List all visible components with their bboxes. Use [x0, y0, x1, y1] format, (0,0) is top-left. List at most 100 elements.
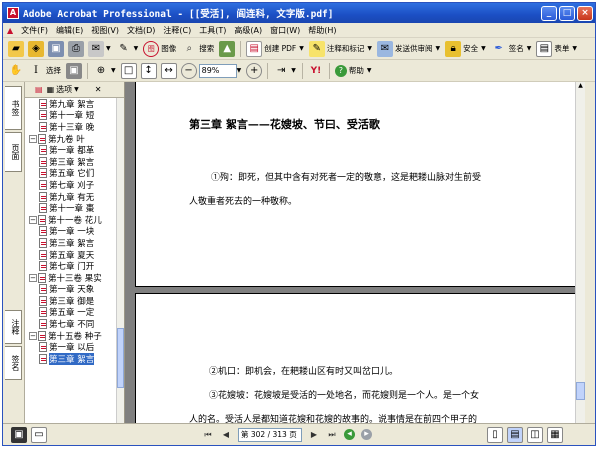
close-panel-icon[interactable]: ✕	[95, 85, 102, 94]
rotate-view-icon[interactable]: ⇥	[273, 63, 289, 79]
single-page-layout-icon[interactable]: ▯	[487, 426, 503, 443]
zoom-dropdown[interactable]: ▼	[111, 67, 116, 74]
tab-signatures[interactable]: 签名	[5, 346, 22, 380]
bookmark-item[interactable]: 第九章 絮言	[25, 98, 117, 110]
bookmark-item[interactable]: − 第十一卷 花儿	[25, 214, 117, 226]
scroll-up-arrow[interactable]: ▲	[576, 82, 585, 92]
print-icon[interactable]: ⎙	[68, 40, 84, 57]
review-label[interactable]: 发送供审阅	[395, 43, 433, 54]
search-label[interactable]: 搜索	[199, 43, 214, 54]
forms-dropdown[interactable]: ▼	[572, 45, 577, 52]
create-pdf-label[interactable]: 创建 PDF	[264, 43, 296, 54]
secure-label[interactable]: 安全	[463, 43, 478, 54]
hand-tool-icon[interactable]: ✋	[8, 63, 24, 79]
minimize-button[interactable]: _	[541, 5, 557, 21]
new-bookmark-icon[interactable]: ▤	[35, 85, 43, 94]
bookmark-item[interactable]: 第五章 它们	[25, 168, 117, 179]
bookmark-item[interactable]: − 第十五卷 种子	[25, 330, 117, 341]
maximize-button[interactable]: □	[559, 5, 575, 21]
menu-window[interactable]: 窗口(W)	[266, 25, 304, 36]
create-pdf-icon[interactable]: ▤	[246, 40, 263, 57]
review-dropdown[interactable]: ▼	[436, 45, 441, 52]
menu-advanced[interactable]: 高级(A)	[230, 25, 266, 36]
page-thumbnail-icon[interactable]: ▣	[11, 426, 27, 443]
collapse-toggle-icon[interactable]: −	[29, 273, 37, 282]
zoom-out-icon[interactable]: −	[180, 62, 197, 79]
previous-page-button[interactable]: ◀	[220, 429, 232, 441]
continuous-facing-layout-icon[interactable]: ▦	[547, 426, 563, 443]
bookmark-item[interactable]: 第五章 夏天	[25, 249, 117, 260]
help-icon[interactable]: ?	[334, 64, 347, 77]
comment-icon[interactable]: ✎	[308, 40, 325, 57]
bookmark-item[interactable]: 第三章 絮言	[25, 353, 117, 365]
comment-dropdown[interactable]: ▼	[367, 45, 372, 52]
bookmark-item[interactable]: 第十一章 棗	[25, 202, 117, 214]
attach-dropdown[interactable]: ▼	[134, 45, 139, 52]
create-pdf-dropdown[interactable]: ▼	[299, 45, 304, 52]
secure-dropdown[interactable]: ▼	[481, 45, 486, 52]
save-icon[interactable]: ▣	[48, 40, 64, 57]
yahoo-icon[interactable]: Y!	[308, 63, 324, 79]
bookmark-item[interactable]: 第七章 刈子	[25, 179, 117, 191]
go-back-icon[interactable]: ◂	[344, 429, 355, 440]
bookmark-item[interactable]: 第三章 絮言	[25, 237, 117, 249]
collapse-toggle-icon[interactable]: −	[29, 134, 37, 143]
bookmark-item[interactable]: − 第十三卷 果实	[25, 272, 117, 284]
document-scrollbar[interactable]: ▲	[575, 82, 585, 423]
page-layout-icon[interactable]: ▭	[31, 426, 47, 443]
review-icon[interactable]: ✉	[377, 40, 393, 57]
options-dropdown[interactable]: ▼	[74, 86, 79, 93]
web-capture-icon[interactable]: 图	[143, 40, 160, 57]
forms-label[interactable]: 表单	[554, 43, 569, 54]
menu-edit[interactable]: 编辑(E)	[52, 25, 87, 36]
bookmark-item[interactable]: 第一章 一块	[25, 226, 117, 237]
zoom-level-dropdown[interactable]: ▼	[237, 67, 242, 74]
bookmarks-scrollbar[interactable]	[116, 98, 124, 423]
open-folder-icon[interactable]: ▰	[8, 40, 24, 57]
bookmark-item[interactable]: 第九章 有无	[25, 191, 117, 202]
bookmark-item[interactable]: − 第九卷 叶	[25, 133, 117, 144]
bookmarks-scroll-thumb[interactable]	[117, 328, 124, 388]
bookmark-item[interactable]: 第十一章 短	[25, 110, 117, 121]
search-icon[interactable]: ⌕	[181, 41, 197, 57]
menu-file[interactable]: 文件(F)	[17, 25, 52, 36]
bookmark-item[interactable]: 第七章 门开	[25, 260, 117, 272]
rotate-dropdown[interactable]: ▼	[291, 67, 296, 74]
bookmark-item[interactable]: 第三章 絮言	[25, 156, 117, 168]
sign-label[interactable]: 签名	[509, 43, 524, 54]
tab-pages[interactable]: 页面	[5, 132, 22, 172]
bookmark-options-icon[interactable]: ▦	[47, 85, 55, 94]
snapshot-icon[interactable]: ▣	[66, 62, 82, 79]
attach-icon[interactable]: ✎	[116, 41, 132, 57]
page-number-field[interactable]: 第 302 / 313 页	[238, 427, 302, 442]
help-label[interactable]: 帮助	[349, 65, 364, 76]
select-text-icon[interactable]: I	[28, 63, 44, 79]
bookmark-item[interactable]: 第一章 以后	[25, 341, 117, 353]
select-label[interactable]: 选择	[46, 65, 61, 76]
menu-document[interactable]: 文档(D)	[123, 25, 159, 36]
fit-width-icon[interactable]: ↔	[160, 62, 177, 79]
bookmark-item[interactable]: 第一章 天象	[25, 284, 117, 295]
collapse-toggle-icon[interactable]: −	[29, 331, 37, 340]
comment-label[interactable]: 注释和标记	[327, 43, 365, 54]
zoom-in-circle-icon[interactable]: +	[246, 62, 263, 79]
sign-dropdown[interactable]: ▼	[527, 45, 532, 52]
tab-comments[interactable]: 注释	[5, 310, 22, 344]
go-forward-icon[interactable]: ▸	[361, 429, 372, 440]
bookmark-item[interactable]: 第十三章 晚	[25, 121, 117, 133]
zoom-in-icon[interactable]: ⊕	[93, 63, 109, 79]
menu-app-icon[interactable]: ▲	[5, 26, 17, 35]
bookmark-item[interactable]: 第七章 不同	[25, 318, 117, 330]
menu-comments[interactable]: 注释(C)	[159, 25, 195, 36]
email-icon[interactable]: ✉	[88, 40, 104, 57]
collapse-toggle-icon[interactable]: −	[29, 215, 37, 224]
actual-size-icon[interactable]: □	[120, 62, 137, 79]
menu-help[interactable]: 帮助(H)	[304, 25, 340, 36]
forms-icon[interactable]: ▤	[536, 40, 553, 57]
menu-tools[interactable]: 工具(T)	[195, 25, 230, 36]
options-label[interactable]: 选项	[56, 84, 72, 95]
bookmark-item[interactable]: 第五章 一定	[25, 307, 117, 318]
lock-icon[interactable]: 🔒︎	[445, 40, 462, 57]
next-page-button[interactable]: ▶	[308, 429, 320, 441]
continuous-layout-icon[interactable]: ▤	[507, 426, 523, 443]
